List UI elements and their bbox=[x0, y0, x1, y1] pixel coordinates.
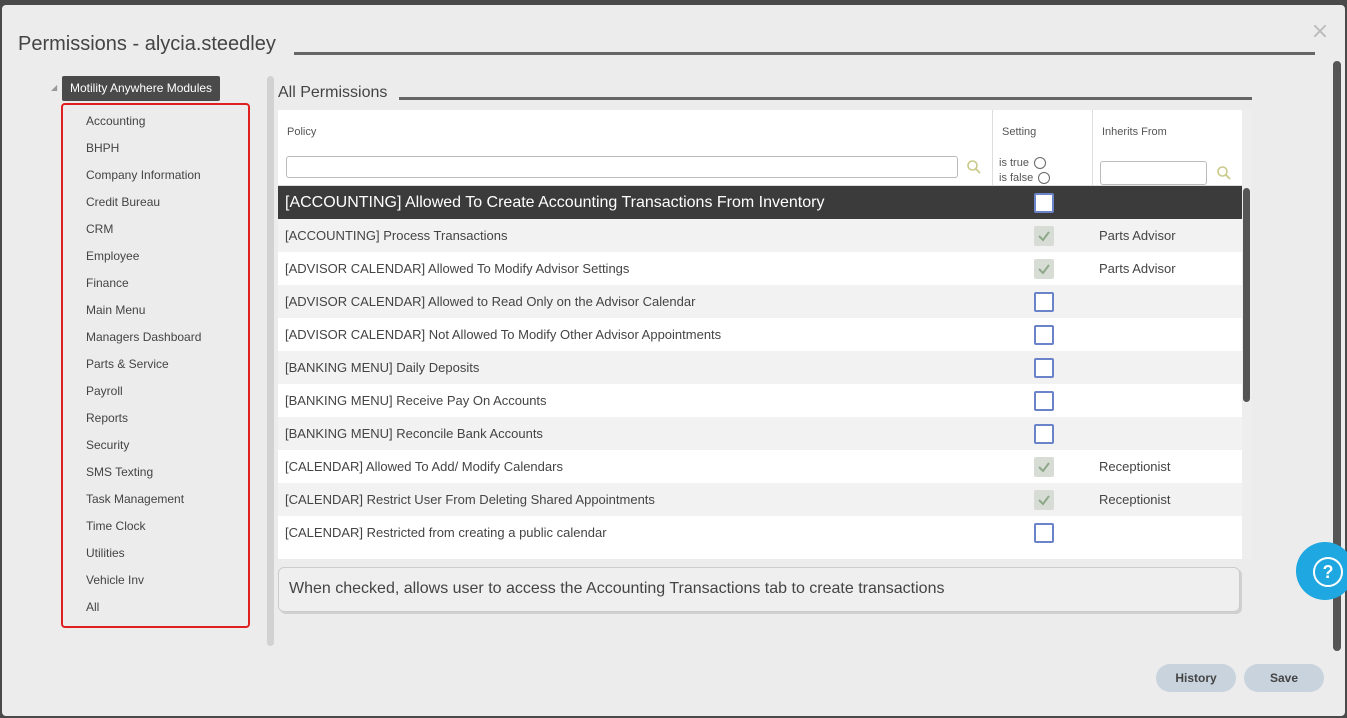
tree-collapse-icon[interactable]: ◢ bbox=[51, 83, 57, 92]
table-row[interactable]: [CALENDAR] Allowed To Add/ Modify Calend… bbox=[278, 450, 1242, 483]
inherits-filter-input[interactable] bbox=[1100, 161, 1207, 185]
tree-item[interactable]: Accounting bbox=[86, 108, 201, 135]
policy-cell: [BANKING MENU] Daily Deposits bbox=[285, 360, 480, 375]
grid-body: [ACCOUNTING] Allowed To Create Accountin… bbox=[278, 186, 1242, 555]
inherits-cell: Parts Advisor bbox=[1099, 261, 1176, 276]
policy-cell: [CALENDAR] Restrict User From Deleting S… bbox=[285, 492, 655, 507]
setting-checkbox[interactable] bbox=[1034, 226, 1054, 246]
setting-checkbox[interactable] bbox=[1034, 424, 1054, 444]
grid-header: Policy Setting is true is false Inherits… bbox=[278, 110, 1242, 186]
tree-item[interactable]: Reports bbox=[86, 405, 201, 432]
table-row[interactable]: [ACCOUNTING] Process Transactions Parts A… bbox=[278, 219, 1242, 252]
tree-item[interactable]: Credit Bureau bbox=[86, 189, 201, 216]
permissions-grid: Policy Setting is true is false Inherits… bbox=[278, 110, 1252, 559]
is-true-radio[interactable] bbox=[1034, 157, 1047, 170]
table-row-partial bbox=[278, 549, 1242, 555]
is-false-radio[interactable] bbox=[1038, 172, 1051, 185]
tree-item[interactable]: Task Management bbox=[86, 486, 201, 513]
inherits-search-icon[interactable] bbox=[1216, 165, 1232, 181]
table-row[interactable]: [BANKING MENU] Reconcile Bank Accounts bbox=[278, 417, 1242, 450]
tree-item[interactable]: Finance bbox=[86, 270, 201, 297]
setting-column-label: Setting bbox=[1002, 126, 1037, 138]
policy-search-icon[interactable] bbox=[966, 159, 982, 175]
table-row[interactable]: [BANKING MENU] Daily Deposits bbox=[278, 351, 1242, 384]
policy-column-header: Policy bbox=[278, 110, 993, 185]
policy-column-label: Policy bbox=[287, 126, 317, 138]
inherits-column-header: Inherits From bbox=[1093, 110, 1242, 185]
module-tree-list: Accounting BHPH Company Information Credit … bbox=[86, 108, 201, 621]
is-true-filter[interactable]: is true bbox=[999, 157, 1047, 170]
tree-item[interactable]: BHPH bbox=[86, 135, 201, 162]
inherits-cell: Receptionist bbox=[1099, 492, 1171, 507]
table-row[interactable]: [ADVISOR CALENDAR] Allowed to Read Only … bbox=[278, 285, 1242, 318]
is-false-label: is false bbox=[999, 172, 1034, 184]
policy-cell: [CALENDAR] Restricted from creating a pu… bbox=[285, 525, 607, 540]
policy-cell: [ADVISOR CALENDAR] Allowed to Read Only … bbox=[285, 294, 696, 309]
tree-item[interactable]: Employee bbox=[86, 243, 201, 270]
is-true-label: is true bbox=[999, 157, 1029, 169]
history-button[interactable]: History bbox=[1156, 664, 1236, 692]
inherits-cell: Parts Advisor bbox=[1099, 228, 1176, 243]
tree-root-modules[interactable]: Motility Anywhere Modules bbox=[62, 76, 221, 101]
policy-cell: [ACCOUNTING] Process Transactions bbox=[285, 228, 508, 243]
policy-filter-input[interactable] bbox=[286, 156, 958, 178]
dialog-titlebar: Permissions - alycia.steedley bbox=[18, 31, 1325, 61]
policy-description-text: When checked, allows user to access the … bbox=[289, 580, 945, 597]
tree-item[interactable]: Parts & Service bbox=[86, 351, 201, 378]
setting-checkbox[interactable] bbox=[1034, 325, 1054, 345]
help-icon[interactable]: ? bbox=[1313, 557, 1343, 587]
tree-item[interactable]: Vehicle Inv bbox=[86, 567, 201, 594]
inherits-column-label: Inherits From bbox=[1102, 126, 1167, 138]
grid-scrollbar-thumb[interactable] bbox=[1243, 188, 1250, 402]
is-false-filter[interactable]: is false bbox=[999, 172, 1051, 185]
policy-cell: [ACCOUNTING] Allowed To Create Accountin… bbox=[285, 194, 825, 211]
tree-item[interactable]: SMS Texting bbox=[86, 459, 201, 486]
setting-checkbox[interactable] bbox=[1034, 358, 1054, 378]
setting-column-header: Setting is true is false bbox=[993, 110, 1093, 185]
tree-item[interactable]: Utilities bbox=[86, 540, 201, 567]
tree-item[interactable]: CRM bbox=[86, 216, 201, 243]
setting-checkbox[interactable] bbox=[1034, 292, 1054, 312]
policy-cell: [CALENDAR] Allowed To Add/ Modify Calend… bbox=[285, 459, 563, 474]
tree-item[interactable]: Security bbox=[86, 432, 201, 459]
table-row[interactable]: [CALENDAR] Restrict User From Deleting S… bbox=[278, 483, 1242, 516]
setting-checkbox[interactable] bbox=[1034, 259, 1054, 279]
setting-checkbox[interactable] bbox=[1034, 457, 1054, 477]
setting-checkbox[interactable] bbox=[1034, 193, 1054, 213]
setting-checkbox[interactable] bbox=[1034, 490, 1054, 510]
policy-cell: [ADVISOR CALENDAR] Allowed To Modify Adv… bbox=[285, 261, 630, 276]
tree-item[interactable]: Time Clock bbox=[86, 513, 201, 540]
policy-cell: [BANKING MENU] Receive Pay On Accounts bbox=[285, 393, 547, 408]
table-row[interactable]: [ACCOUNTING] Allowed To Create Accountin… bbox=[278, 186, 1242, 219]
close-icon[interactable]: × bbox=[1309, 21, 1331, 43]
tree-item[interactable]: Payroll bbox=[86, 378, 201, 405]
dialog-title: Permissions - alycia.steedley bbox=[18, 33, 276, 55]
section-title: All Permissions bbox=[278, 84, 388, 101]
table-row[interactable]: [ADVISOR CALENDAR] Allowed To Modify Adv… bbox=[278, 252, 1242, 285]
tree-item[interactable]: Managers Dashboard bbox=[86, 324, 201, 351]
tree-item[interactable]: All bbox=[86, 594, 201, 621]
save-button[interactable]: Save bbox=[1244, 664, 1324, 692]
panel-splitter[interactable] bbox=[267, 76, 274, 646]
section-rule bbox=[399, 97, 1252, 100]
table-row[interactable]: [BANKING MENU] Receive Pay On Accounts bbox=[278, 384, 1242, 417]
policy-description-box: When checked, allows user to access the … bbox=[278, 567, 1240, 612]
table-row[interactable]: [ADVISOR CALENDAR] Not Allowed To Modify… bbox=[278, 318, 1242, 351]
policy-cell: [ADVISOR CALENDAR] Not Allowed To Modify… bbox=[285, 327, 722, 342]
tree-item[interactable]: Company Information bbox=[86, 162, 201, 189]
inherits-cell: Receptionist bbox=[1099, 459, 1171, 474]
policy-cell: [BANKING MENU] Reconcile Bank Accounts bbox=[285, 426, 543, 441]
table-row[interactable]: [CALENDAR] Restricted from creating a pu… bbox=[278, 516, 1242, 549]
tree-item[interactable]: Main Menu bbox=[86, 297, 201, 324]
setting-checkbox[interactable] bbox=[1034, 523, 1054, 543]
title-rule bbox=[294, 52, 1315, 55]
setting-checkbox[interactable] bbox=[1034, 391, 1054, 411]
